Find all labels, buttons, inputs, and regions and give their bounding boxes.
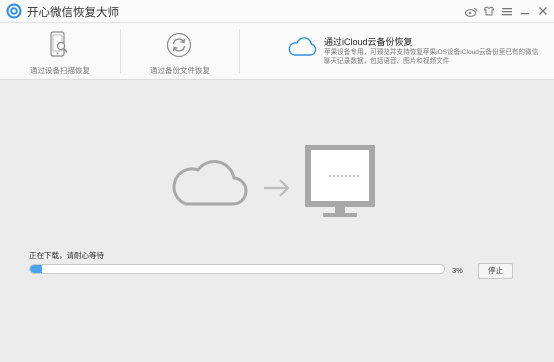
cloud-icon bbox=[288, 37, 317, 56]
recovery-mode-bar: 通过设备扫描恢复 通过备份文件恢复 通过iCloud云备份恢复 苹果设备专用，可… bbox=[0, 23, 554, 102]
title-bar: 开心微信恢复大师 bbox=[0, 0, 554, 23]
stop-button[interactable]: 停止 bbox=[478, 263, 513, 279]
titlebar-controls bbox=[464, 3, 550, 19]
active-tab-pointer bbox=[293, 96, 305, 102]
tab-backup-file[interactable]: 通过备份文件恢复 bbox=[121, 23, 239, 79]
tab-description: 苹果设备专用，可预览并支持恢复苹果iOS设备iCloud云备份里已有的微信聊天记… bbox=[324, 49, 539, 65]
download-progress-bar bbox=[29, 264, 445, 274]
backup-refresh-icon bbox=[166, 32, 192, 58]
tab-label: 通过备份文件恢复 bbox=[150, 66, 210, 75]
progress-fill bbox=[30, 265, 43, 273]
monitor-icon bbox=[305, 145, 375, 217]
skin-icon[interactable] bbox=[482, 3, 496, 19]
menu-icon[interactable] bbox=[500, 3, 514, 19]
progress-percent: 3% bbox=[452, 266, 463, 275]
download-status: 正在下载，请耐心等待 bbox=[29, 251, 104, 260]
app-window: 开心微信恢复大师 通过设备扫描恢复 通过备份文件恢复 通过iCloud云备份恢复… bbox=[0, 0, 554, 362]
tab-icloud-backup[interactable]: 通过iCloud云备份恢复 苹果设备专用，可预览并支持恢复苹果iOS设备iClo… bbox=[240, 23, 554, 79]
minimize-icon[interactable] bbox=[518, 3, 532, 19]
app-logo-icon bbox=[6, 3, 22, 19]
tab-device-scan[interactable]: 通过设备扫描恢复 bbox=[0, 23, 120, 79]
transfer-illustration bbox=[170, 140, 380, 227]
tab-label: 通过设备扫描恢复 bbox=[30, 66, 90, 75]
close-icon[interactable] bbox=[536, 3, 550, 19]
weibo-icon[interactable] bbox=[464, 3, 478, 19]
phone-search-icon bbox=[50, 31, 68, 57]
tab-title: 通过iCloud云备份恢复 bbox=[324, 37, 413, 47]
app-title: 开心微信恢复大师 bbox=[27, 7, 119, 19]
cloud-icon bbox=[172, 160, 248, 206]
arrow-right-icon bbox=[264, 179, 290, 197]
